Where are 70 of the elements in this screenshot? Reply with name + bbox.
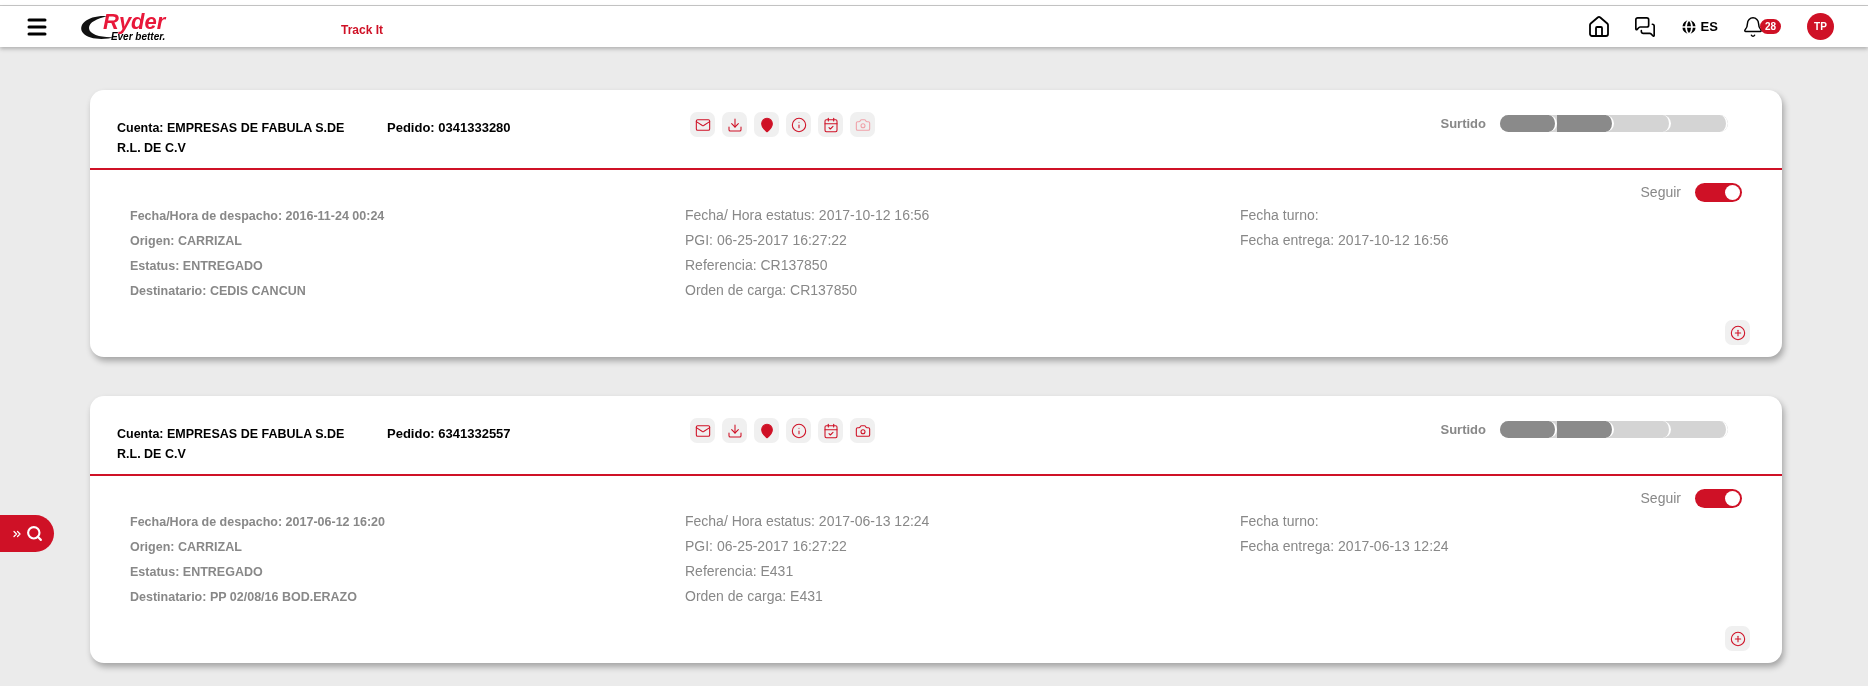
mail-button[interactable] <box>690 418 715 443</box>
home-icon <box>1586 14 1611 39</box>
detail-text: Referencia: E431 <box>685 562 795 581</box>
app-title: Track It <box>341 21 384 39</box>
notification-count: 28 <box>1759 19 1781 34</box>
download-icon <box>726 116 743 133</box>
camera-icon <box>854 116 871 133</box>
follow-label: Seguir <box>1640 183 1681 202</box>
plus-icon <box>1729 630 1746 647</box>
logo-name: Ryder <box>103 11 166 32</box>
globe-icon <box>1679 17 1698 36</box>
mail-button[interactable] <box>690 112 715 137</box>
follow-toggle[interactable] <box>1695 489 1742 508</box>
detail-text: Fecha/ Hora estatus: 2017-06-13 12:24 <box>685 512 931 531</box>
expand-button[interactable] <box>1725 320 1750 345</box>
stage-label: Surtido <box>1440 421 1486 439</box>
info-button[interactable] <box>786 418 811 443</box>
detail-text: Estatus: ENTREGADO <box>130 258 264 275</box>
camera-icon <box>854 422 871 439</box>
detail-text: Destinatario: CEDIS CANCUN <box>130 283 307 300</box>
mail-icon <box>694 116 711 133</box>
follow-label: Seguir <box>1640 489 1681 508</box>
chat-icon <box>1633 15 1656 38</box>
detail-text: Fecha/ Hora estatus: 2017-10-12 16:56 <box>685 206 931 225</box>
info-button[interactable] <box>786 112 811 137</box>
calendar-check-icon <box>822 422 839 439</box>
download-button[interactable] <box>722 418 747 443</box>
map-pin-button[interactable] <box>754 112 779 137</box>
account-name: Cuenta: EMPRESAS DE FABULA S.DE R.L. DE C.V <box>117 120 346 157</box>
logo-tagline: Ever better. <box>110 31 166 42</box>
follow-toggle[interactable] <box>1695 183 1742 202</box>
info-icon <box>790 422 807 439</box>
detail-text: Fecha/Hora de despacho: 2016-11-24 00:24 <box>130 208 386 225</box>
detail-text: Orden de carga: CR137850 <box>685 281 858 300</box>
calendar-check-button[interactable] <box>818 112 843 137</box>
info-icon <box>790 116 807 133</box>
detail-text: Fecha entrega: 2017-06-13 12:24 <box>1240 537 1450 556</box>
account-name: Cuenta: EMPRESAS DE FABULA S.DE R.L. DE C.V <box>117 426 346 463</box>
expand-button[interactable] <box>1725 626 1750 651</box>
detail-text: Orden de carga: E431 <box>685 587 824 606</box>
search-icon <box>26 525 43 542</box>
map-pin-icon <box>758 422 775 439</box>
search-tab[interactable] <box>0 515 54 552</box>
mail-icon <box>694 422 711 439</box>
detail-text: PGI: 06-25-2017 16:27:22 <box>685 231 848 250</box>
camera-button[interactable] <box>850 418 875 443</box>
order-number: Pedido: 6341332557 <box>387 425 512 443</box>
map-pin-button[interactable] <box>754 418 779 443</box>
detail-text: Fecha/Hora de despacho: 2017-06-12 16:20 <box>130 514 386 531</box>
detail-text: Estatus: ENTREGADO <box>130 564 264 581</box>
detail-text: PGI: 06-25-2017 16:27:22 <box>685 537 848 556</box>
language-button[interactable]: ES <box>1679 16 1718 37</box>
detail-text: Fecha turno: <box>1240 512 1320 531</box>
plus-icon <box>1729 324 1746 341</box>
detail-text: Fecha turno: <box>1240 206 1320 225</box>
bell-icon <box>1741 15 1764 38</box>
detail-text: Referencia: CR137850 <box>685 256 829 275</box>
download-icon <box>726 422 743 439</box>
user-avatar[interactable]: TP <box>1807 13 1834 40</box>
order-number: Pedido: 0341333280 <box>387 119 512 137</box>
calendar-check-icon <box>822 116 839 133</box>
detail-text: Destinatario: PP 02/08/16 BOD.ERAZO <box>130 589 358 606</box>
detail-text: Fecha entrega: 2017-10-12 16:56 <box>1240 231 1450 250</box>
detail-text: Origen: CARRIZAL <box>130 539 243 556</box>
calendar-check-button[interactable] <box>818 418 843 443</box>
map-pin-icon <box>758 116 775 133</box>
stage-label: Surtido <box>1440 115 1486 133</box>
download-button[interactable] <box>722 112 747 137</box>
notifications-button[interactable] <box>1741 15 1764 38</box>
detail-text: Origen: CARRIZAL <box>130 233 243 250</box>
